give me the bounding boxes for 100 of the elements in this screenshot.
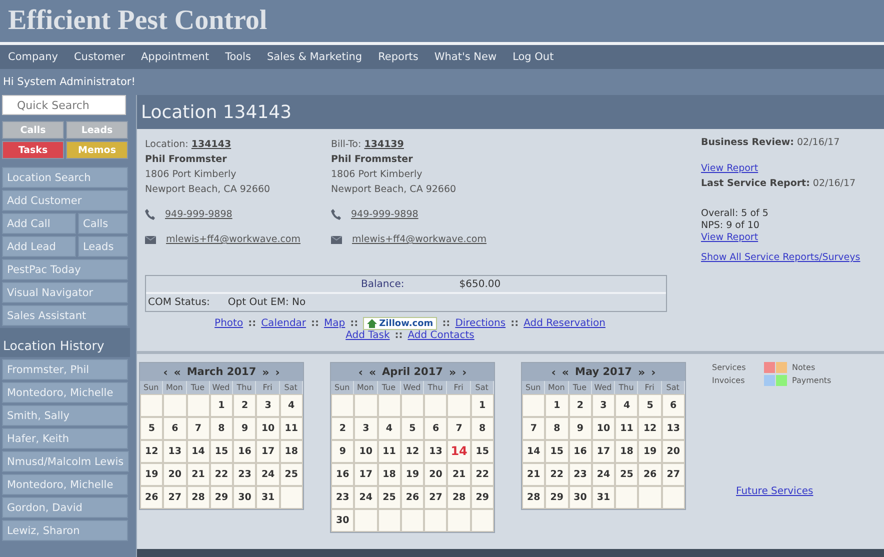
day-cell[interactable]: 4	[615, 394, 638, 417]
next-month-button[interactable]: ›	[275, 366, 280, 378]
day-cell[interactable]: 11	[280, 417, 303, 440]
day-cell[interactable]: 14	[186, 440, 210, 463]
next-year-button[interactable]: »	[448, 366, 456, 378]
day-cell[interactable]: 9	[331, 440, 354, 463]
day-cell[interactable]: 26	[140, 486, 164, 509]
email-link[interactable]: mlewis+ff4@workwave.com	[166, 232, 301, 247]
menu-item[interactable]: Reports	[370, 51, 426, 63]
day-cell[interactable]: 9	[568, 417, 592, 440]
day-cell[interactable]: 28	[447, 486, 471, 509]
quick-button[interactable]: Tasks	[2, 141, 64, 159]
day-cell[interactable]: 15	[210, 440, 234, 463]
action-link[interactable]: Directions	[455, 318, 506, 330]
day-cell[interactable]: 10	[354, 440, 378, 463]
day-cell[interactable]: 23	[568, 463, 592, 486]
day-cell[interactable]: 15	[545, 440, 569, 463]
day-cell[interactable]: 11	[615, 417, 638, 440]
day-cell[interactable]: 12	[400, 440, 424, 463]
view-report-link[interactable]: View Report	[701, 163, 860, 175]
day-cell[interactable]: 19	[638, 440, 662, 463]
zillow-button[interactable]: Zillow.com	[363, 317, 438, 330]
day-cell[interactable]: 27	[424, 486, 448, 509]
day-cell[interactable]: 5	[140, 417, 164, 440]
day-cell[interactable]: 25	[280, 463, 303, 486]
day-cell[interactable]: 4	[378, 417, 401, 440]
day-cell[interactable]: 10	[592, 417, 616, 440]
day-cell[interactable]: 16	[233, 440, 256, 463]
day-cell[interactable]: 5	[400, 417, 424, 440]
day-cell[interactable]: 24	[256, 463, 280, 486]
day-cell[interactable]: 31	[592, 486, 616, 509]
day-cell[interactable]: 23	[233, 463, 256, 486]
day-cell[interactable]: 4	[280, 394, 303, 417]
day-cell[interactable]: 17	[592, 440, 616, 463]
day-cell[interactable]: 17	[354, 463, 378, 486]
day-cell[interactable]: 12	[140, 440, 164, 463]
day-cell[interactable]: 23	[331, 486, 354, 509]
day-cell[interactable]: 14	[447, 440, 471, 463]
future-services-link[interactable]: Future Services	[736, 486, 832, 497]
menu-item[interactable]: Appointment	[132, 51, 218, 63]
day-cell[interactable]: 20	[163, 463, 187, 486]
day-cell[interactable]: 25	[378, 486, 401, 509]
day-cell[interactable]: 13	[662, 417, 685, 440]
day-cell[interactable]: 11	[378, 440, 401, 463]
account-number-link[interactable]: 134139	[364, 139, 404, 150]
day-cell[interactable]: 18	[615, 440, 638, 463]
action-link[interactable]: Add Contacts	[408, 330, 474, 342]
prev-year-button[interactable]: «	[562, 366, 570, 378]
day-cell[interactable]: 10	[256, 417, 280, 440]
day-cell[interactable]: 13	[424, 440, 448, 463]
day-cell[interactable]: 6	[424, 417, 448, 440]
day-cell[interactable]: 21	[447, 463, 471, 486]
prev-year-button[interactable]: «	[174, 366, 181, 378]
day-cell[interactable]: 7	[522, 417, 546, 440]
day-cell[interactable]: 30	[568, 486, 592, 509]
day-cell[interactable]: 16	[331, 463, 354, 486]
day-cell[interactable]: 17	[256, 440, 280, 463]
day-cell[interactable]: 20	[662, 440, 685, 463]
day-cell[interactable]: 8	[545, 417, 569, 440]
menu-item[interactable]: Company	[0, 51, 66, 63]
day-cell[interactable]: 22	[545, 463, 569, 486]
prev-month-button[interactable]: ‹	[358, 366, 363, 378]
day-cell[interactable]: 12	[638, 417, 662, 440]
account-number-link[interactable]: 134143	[191, 139, 232, 150]
day-cell[interactable]: 19	[400, 463, 424, 486]
day-cell[interactable]: 26	[638, 463, 662, 486]
day-cell[interactable]: 1	[545, 394, 569, 417]
day-cell[interactable]: 1	[470, 394, 494, 417]
day-cell[interactable]: 22	[470, 463, 494, 486]
day-cell[interactable]: 29	[470, 486, 494, 509]
next-year-button[interactable]: »	[638, 366, 646, 378]
day-cell[interactable]: 18	[280, 440, 303, 463]
menu-item[interactable]: What's New	[426, 51, 505, 63]
next-month-button[interactable]: ›	[462, 366, 467, 378]
day-cell[interactable]: 2	[568, 394, 592, 417]
day-cell[interactable]: 3	[256, 394, 280, 417]
day-cell[interactable]: 16	[568, 440, 592, 463]
day-cell[interactable]: 29	[210, 486, 234, 509]
day-cell[interactable]: 24	[592, 463, 616, 486]
day-cell[interactable]: 30	[233, 486, 256, 509]
day-cell[interactable]: 30	[331, 509, 354, 532]
menu-item[interactable]: Customer	[66, 51, 133, 63]
day-cell[interactable]: 13	[163, 440, 187, 463]
day-cell[interactable]: 19	[140, 463, 164, 486]
menu-item[interactable]: Sales & Marketing	[258, 51, 370, 63]
day-cell[interactable]: 28	[522, 486, 546, 509]
quick-search-field[interactable]: Quick Search	[2, 95, 126, 115]
day-cell[interactable]: 6	[163, 417, 187, 440]
day-cell[interactable]: 31	[256, 486, 280, 509]
phone-link[interactable]: 949-999-9898	[165, 207, 232, 222]
phone-link[interactable]: 949-999-9898	[351, 207, 418, 222]
day-cell[interactable]: 26	[400, 486, 424, 509]
view-report-link[interactable]: View Report	[701, 232, 860, 244]
day-cell[interactable]: 27	[662, 463, 685, 486]
day-cell[interactable]: 15	[470, 440, 494, 463]
prev-year-button[interactable]: «	[368, 366, 376, 378]
action-link[interactable]: Map	[324, 318, 346, 330]
menu-item[interactable]: Tools	[217, 51, 259, 63]
day-cell[interactable]: 6	[662, 394, 685, 417]
day-cell[interactable]: 28	[186, 486, 210, 509]
